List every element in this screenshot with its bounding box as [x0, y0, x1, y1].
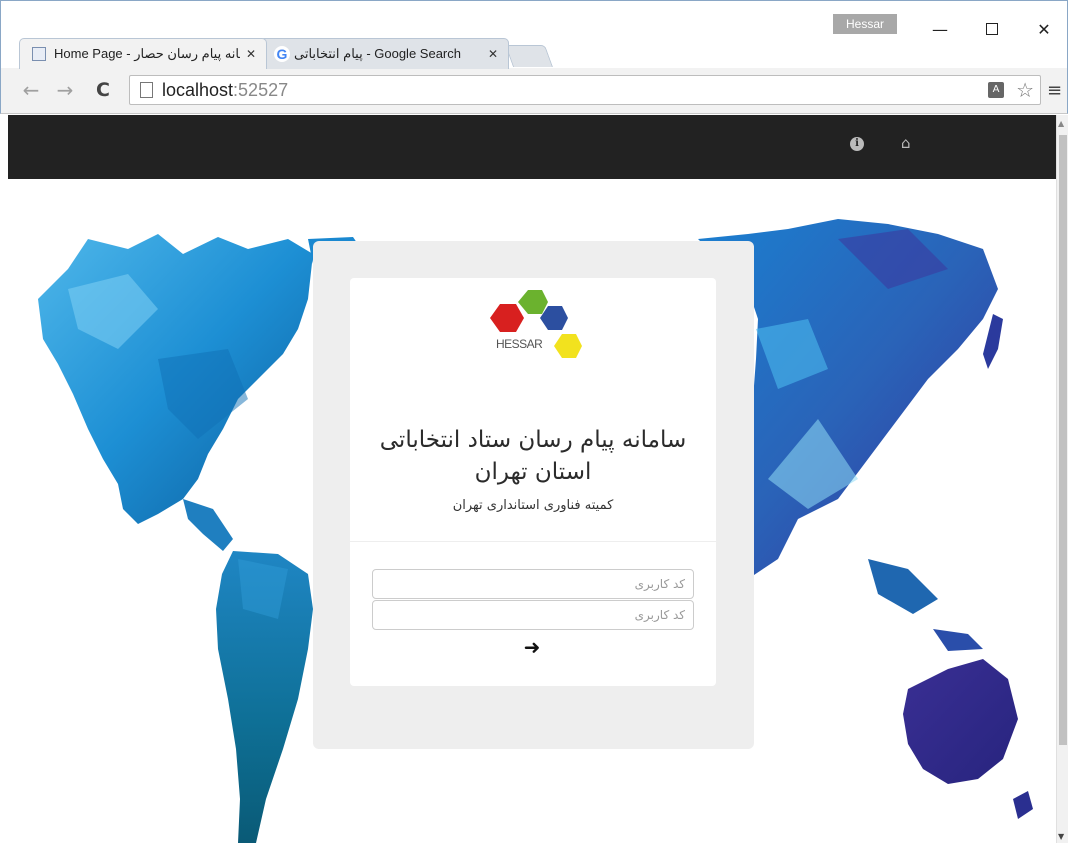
browser-toolbar: ← → C localhost:52527 A ☆ ≡	[0, 68, 1068, 114]
tab-google-search[interactable]: G پیام انتخاباتی - Google Search ✕	[259, 38, 509, 69]
top-navbar: i ⌂	[8, 115, 1056, 179]
back-button[interactable]: ←	[19, 78, 43, 102]
scroll-thumb[interactable]	[1059, 135, 1067, 745]
new-tab-button[interactable]	[504, 45, 554, 67]
info-icon[interactable]: i	[850, 137, 864, 151]
menu-icon[interactable]: ≡	[1047, 81, 1062, 101]
profile-badge[interactable]: Hessar	[833, 14, 897, 34]
australia-shape	[903, 659, 1018, 784]
hessar-logo: HESSAR	[490, 290, 582, 358]
page-title: سامانه پیام رسان ستاد انتخاباتی استان ته…	[379, 427, 687, 485]
home-icon[interactable]: ⌂	[901, 133, 911, 153]
address-bar[interactable]: localhost:52527 A ☆	[129, 75, 1041, 105]
page-subtitle: کمیته فناوری استانداری تهران	[452, 498, 614, 513]
divider	[350, 541, 716, 542]
minimize-button[interactable]: —	[917, 15, 963, 45]
page-icon	[32, 47, 46, 61]
username-input[interactable]	[372, 569, 694, 599]
maximize-icon	[986, 22, 998, 35]
url-host: localhost	[162, 80, 234, 100]
maximize-button[interactable]	[969, 15, 1015, 45]
tab-home-page[interactable]: Home Page - سامانه پیام رسان حصار ✕	[19, 38, 267, 69]
page-icon	[140, 82, 153, 98]
forward-button[interactable]: →	[53, 78, 77, 102]
login-button[interactable]: ➜	[517, 635, 547, 661]
scroll-up-icon[interactable]: ▲	[1058, 119, 1064, 128]
tab-title: پیام انتخاباتی - Google Search	[294, 46, 461, 61]
browser-titlebar: Hessar — ✕ Home Page - سامانه پیام رسان …	[0, 0, 1068, 69]
login-panel: HESSAR سامانه پیام رسان ستاد انتخاباتی ا…	[313, 241, 754, 749]
translate-icon[interactable]: A	[988, 82, 1004, 98]
tab-close-icon[interactable]: ✕	[246, 39, 256, 69]
scroll-down-icon[interactable]: ▼	[1058, 832, 1064, 841]
tab-title: Home Page - سامانه پیام رسان حصار	[54, 46, 240, 61]
close-window-button[interactable]: ✕	[1021, 15, 1067, 45]
page-viewport: i ⌂ HESSAR سامانه پیام رسان ستاد انتخابا…	[8, 115, 1056, 843]
logo-text: HESSAR	[496, 337, 543, 351]
login-card: HESSAR سامانه پیام رسان ستاد انتخاباتی ا…	[350, 278, 716, 686]
page-scrollbar[interactable]: ▲ ▼	[1056, 115, 1068, 843]
reload-button[interactable]: C	[91, 78, 115, 102]
bookmark-star-icon[interactable]: ☆	[1016, 77, 1034, 103]
tab-close-icon[interactable]: ✕	[488, 39, 498, 69]
password-input[interactable]	[372, 600, 694, 630]
url-port: :52527	[233, 80, 289, 100]
url-text[interactable]: localhost:52527	[162, 76, 288, 104]
google-icon: G	[274, 46, 290, 62]
